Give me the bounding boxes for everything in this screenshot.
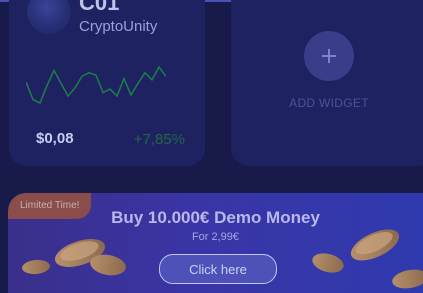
coin-card[interactable]: C01 CryptoUnity $0,08 +7,85% <box>9 0 205 166</box>
coin-price: $0,08 <box>36 130 74 147</box>
coin-name: CryptoUnity <box>79 18 158 35</box>
price-sparkline <box>26 65 166 105</box>
coin-logo-icon <box>27 0 71 34</box>
add-widget-button[interactable] <box>304 31 354 81</box>
add-widget-label: ADD WIDGET <box>289 96 369 110</box>
promo-banner[interactable]: Limited Time! Buy 10.000€ Demo Money For… <box>8 193 423 293</box>
coin-ticker: C01 <box>79 0 120 15</box>
add-widget-card[interactable]: ADD WIDGET <box>231 0 423 166</box>
click-here-button[interactable]: Click here <box>159 254 277 284</box>
promo-price: For 2,99€ <box>191 231 240 243</box>
promo-title: Buy 10.000€ Demo Money <box>111 208 320 227</box>
plus-icon <box>322 49 336 63</box>
coin-change: +7,85% <box>133 131 185 148</box>
